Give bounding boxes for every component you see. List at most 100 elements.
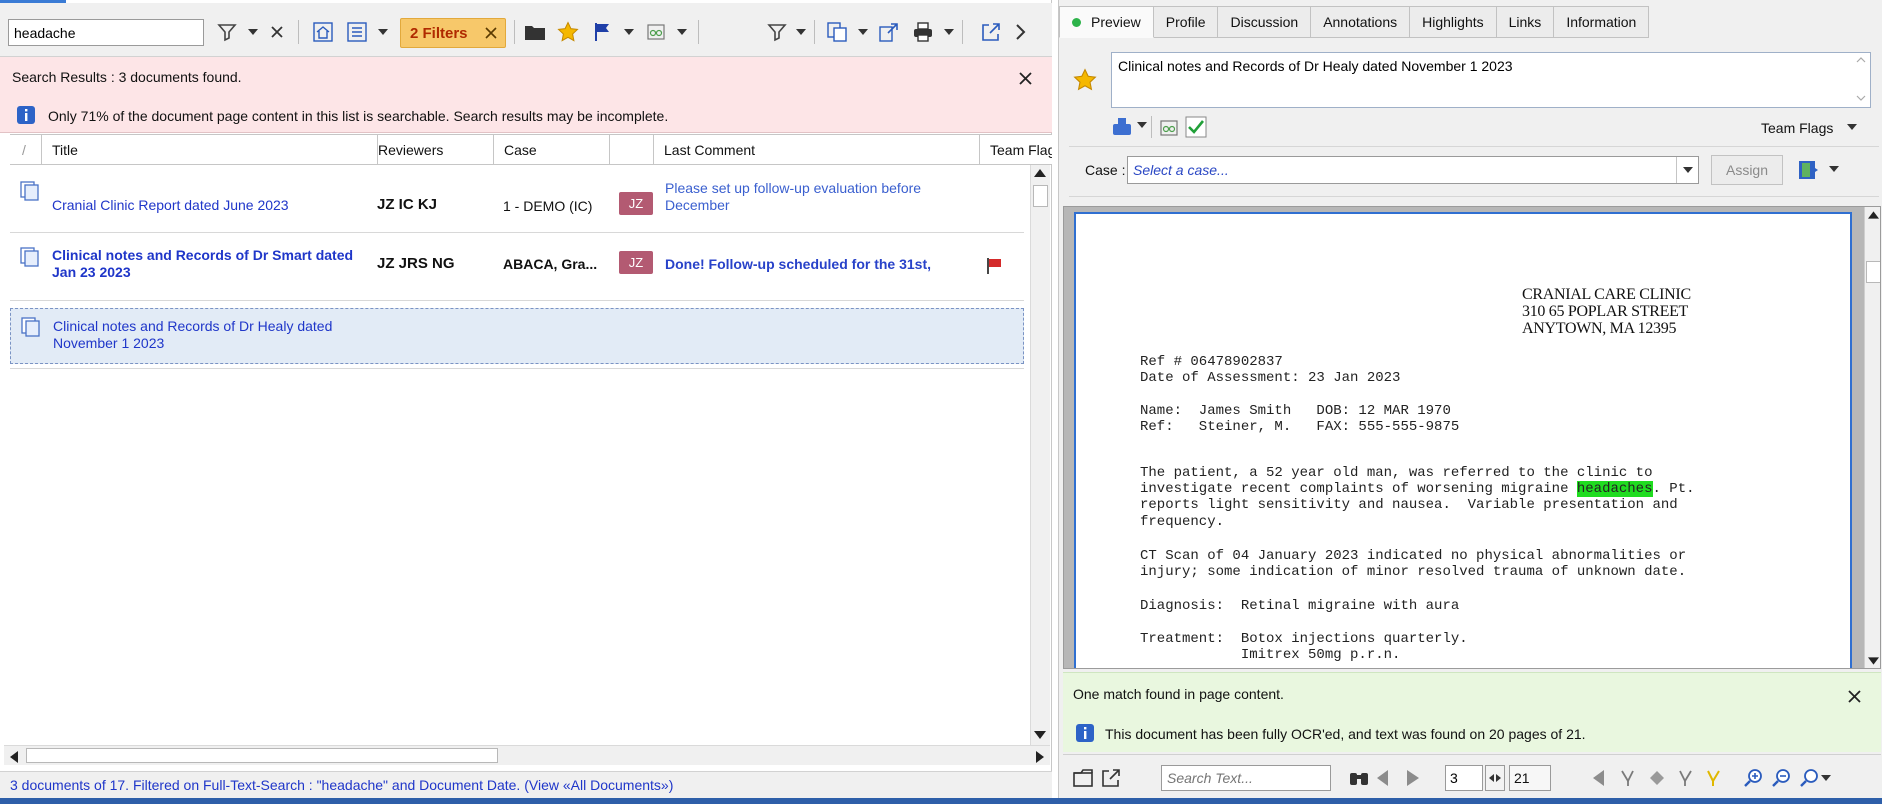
open-external-icon[interactable] [976, 17, 1006, 47]
highlight-marker-icon[interactable] [1699, 764, 1727, 792]
row-last-comment[interactable]: Done! Follow-up scheduled for the 31st, [665, 256, 965, 273]
chevron-right-icon[interactable] [1006, 17, 1036, 47]
team-flags-caret[interactable] [1847, 124, 1857, 130]
summary-scroll-up-icon[interactable] [1856, 57, 1866, 63]
team-flag-icon[interactable] [986, 257, 1004, 275]
team-flags-label[interactable]: Team Flags [1761, 120, 1833, 136]
row-title[interactable]: Cranial Clinic Report dated June 2023 [52, 197, 372, 214]
row-title[interactable]: Clinical notes and Records of Dr Healy d… [53, 318, 373, 352]
tab-preview[interactable]: Preview [1059, 6, 1154, 38]
case-book-caret[interactable] [1829, 166, 1839, 172]
home-icon[interactable] [308, 17, 338, 47]
scroll-up-arrow-icon[interactable] [1868, 211, 1879, 219]
favorite-star-icon[interactable] [1073, 68, 1097, 92]
table-row[interactable]: Clinical notes and Records of Dr Smart d… [10, 233, 1024, 301]
previous-hit-icon[interactable] [1613, 764, 1641, 792]
row-last-comment[interactable]: Please set up follow-up evaluation befor… [665, 180, 965, 214]
viewer-vertical-scrollbar[interactable] [1864, 207, 1880, 668]
flag-icon[interactable] [588, 17, 618, 47]
stamp-icon[interactable] [1111, 116, 1135, 138]
tab-discussion[interactable]: Discussion [1218, 6, 1312, 38]
row-title[interactable]: Clinical notes and Records of Dr Smart d… [52, 247, 372, 281]
copy-icon[interactable] [822, 17, 852, 47]
print-dropdown-caret[interactable] [942, 17, 956, 47]
column-header-author[interactable] [610, 135, 654, 165]
scroll-thumb[interactable] [1033, 185, 1048, 207]
zoom-dropdown-caret[interactable] [1819, 764, 1833, 792]
search-input[interactable] [8, 19, 204, 46]
remove-filters-icon[interactable] [479, 19, 503, 47]
tab-annotations[interactable]: Annotations [1311, 6, 1411, 38]
tab-links[interactable]: Links [1496, 6, 1555, 38]
scroll-down-arrow-icon[interactable] [1034, 731, 1046, 739]
case-select[interactable]: Select a case... [1127, 156, 1699, 184]
glasses-icon[interactable] [641, 17, 671, 47]
first-hit-icon[interactable] [1585, 764, 1613, 792]
comment-author-badge: JZ [619, 251, 653, 274]
table-row[interactable]: Cranial Clinic Report dated June 2023 JZ… [10, 165, 1024, 233]
open-file-icon[interactable] [1069, 764, 1097, 792]
column-header-last-comment[interactable]: Last Comment [654, 135, 980, 165]
document-summary-field[interactable]: Clinical notes and Records of Dr Healy d… [1111, 52, 1871, 108]
star-icon[interactable] [553, 17, 583, 47]
folder-icon[interactable] [520, 17, 550, 47]
filter-dropdown-caret[interactable] [246, 17, 260, 47]
column-header-sort[interactable]: / [10, 135, 42, 165]
copy-dropdown-caret[interactable] [856, 17, 870, 47]
stamp-dropdown-caret[interactable] [1137, 122, 1147, 128]
tab-highlights[interactable]: Highlights [1410, 6, 1497, 38]
zoom-out-icon[interactable] [1767, 764, 1795, 792]
search-hit-highlight[interactable]: headaches [1576, 481, 1653, 497]
doc-para1-line4: frequency. [1140, 514, 1225, 530]
clinic-street: 310 65 POPLAR STREET [1522, 303, 1689, 320]
scroll-right-arrow-icon[interactable] [1036, 751, 1044, 763]
document-icon [21, 317, 43, 337]
bookmark-diamond-icon[interactable] [1643, 764, 1671, 792]
assign-button[interactable]: Assign [1711, 155, 1783, 185]
list-dropdown-caret[interactable] [376, 17, 390, 47]
check-icon[interactable] [1185, 116, 1207, 138]
column-header-reviewers[interactable]: Reviewers [368, 135, 494, 165]
page-number-input[interactable] [1445, 765, 1483, 791]
next-hit-icon[interactable] [1671, 764, 1699, 792]
scroll-left-arrow-icon[interactable] [10, 751, 18, 763]
previous-page-icon[interactable] [1369, 764, 1397, 792]
view-all-documents-link[interactable]: (View «All Documents») [524, 777, 673, 793]
zoom-in-icon[interactable] [1739, 764, 1767, 792]
filter2-dropdown-caret[interactable] [794, 17, 808, 47]
page-stepper[interactable] [1485, 765, 1505, 791]
tab-information[interactable]: Information [1554, 6, 1650, 38]
preview-pane: Preview Profile Discussion Annotations H… [1058, 0, 1882, 798]
filter-icon[interactable] [762, 17, 792, 47]
next-page-icon[interactable] [1399, 764, 1427, 792]
scroll-down-arrow-icon[interactable] [1868, 657, 1879, 665]
summary-scroll-down-icon[interactable] [1856, 95, 1866, 101]
export-icon[interactable] [874, 17, 904, 47]
tab-profile[interactable]: Profile [1153, 6, 1219, 38]
column-header-case[interactable]: Case [494, 135, 610, 165]
list-horizontal-scrollbar[interactable] [4, 745, 1050, 765]
text-search-input[interactable] [1161, 765, 1331, 791]
list-vertical-scrollbar[interactable] [1030, 165, 1050, 745]
close-match-bar-icon[interactable] [1841, 683, 1867, 709]
table-row-selected[interactable]: Clinical notes and Records of Dr Healy d… [10, 308, 1024, 364]
glasses-dropdown-caret[interactable] [675, 17, 689, 47]
column-header-title[interactable]: Title [42, 135, 378, 165]
list-icon[interactable] [342, 17, 372, 47]
document-viewer[interactable]: CRANIAL CARE CLINIC 310 65 POPLAR STREET… [1063, 206, 1881, 669]
hscroll-thumb[interactable] [26, 748, 498, 763]
active-filters-chip[interactable]: 2 Filters [400, 18, 506, 48]
close-banner-icon[interactable] [1012, 65, 1038, 91]
clear-search-icon[interactable] [262, 17, 292, 47]
column-header-team-flag[interactable]: Team Flag [980, 135, 1052, 165]
chevron-down-icon[interactable] [1676, 157, 1698, 183]
open-external-icon[interactable] [1097, 764, 1125, 792]
scroll-thumb[interactable] [1866, 261, 1880, 283]
scroll-up-arrow-icon[interactable] [1034, 169, 1046, 177]
filter-icon[interactable] [212, 17, 242, 47]
case-book-icon[interactable] [1797, 158, 1821, 182]
print-icon[interactable] [908, 17, 938, 47]
document-icon [20, 247, 42, 267]
flag-dropdown-caret[interactable] [622, 17, 636, 47]
glasses-icon[interactable] [1159, 118, 1179, 138]
